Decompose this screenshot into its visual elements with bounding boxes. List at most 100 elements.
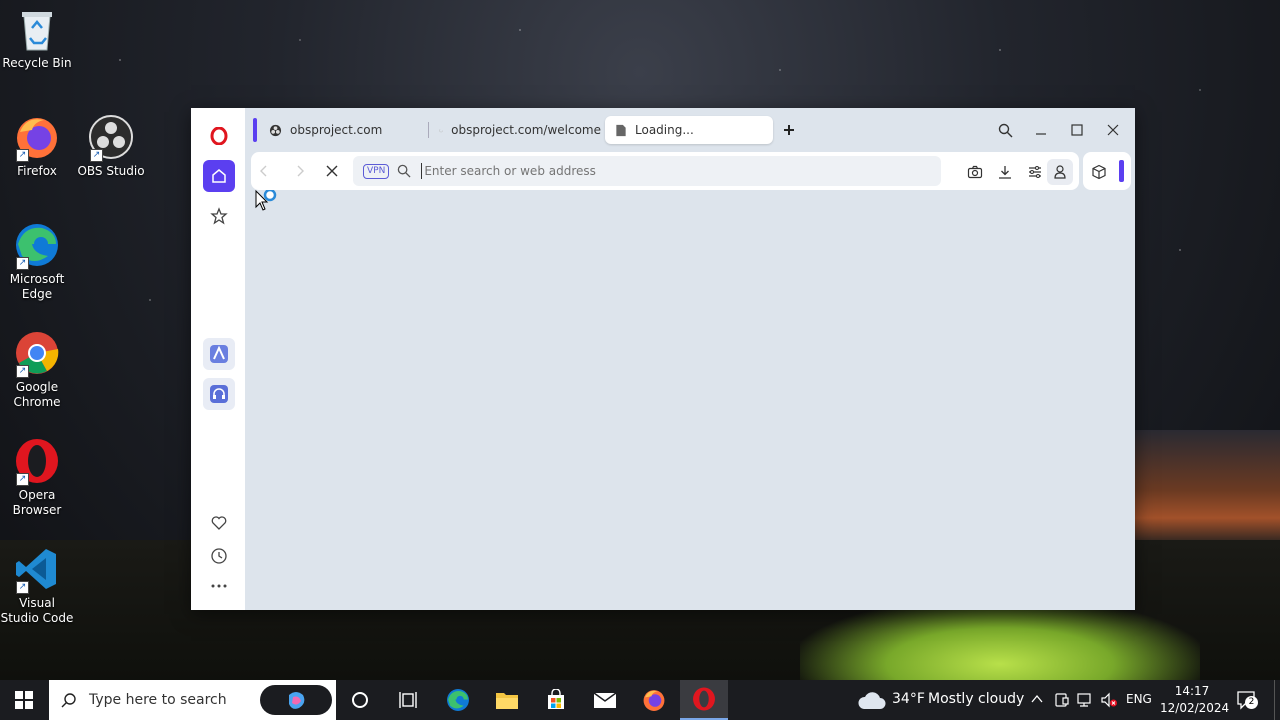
windows-logo-icon (15, 691, 33, 709)
desktop-icon-microsoft-edge[interactable]: ↗ Microsoft Edge (0, 222, 74, 302)
heart-icon (211, 516, 227, 530)
aria-icon (210, 345, 228, 363)
obs-icon: ↗ (88, 114, 134, 162)
desktop-icon-obs-studio[interactable]: ↗ OBS Studio (74, 114, 148, 179)
task-view-button[interactable] (384, 680, 432, 720)
sidebar-music-player-button[interactable] (203, 378, 235, 410)
tab-label: Loading... (635, 123, 694, 137)
network-button[interactable] (1076, 692, 1094, 711)
edge-icon (447, 689, 469, 711)
tab-obsproject[interactable]: obsproject.com (259, 116, 423, 144)
taskbar-search-icon (61, 693, 76, 708)
taskbar-mail[interactable] (581, 680, 629, 720)
sidebar-home-button[interactable] (203, 160, 235, 192)
easy-setup-button[interactable] (1025, 162, 1045, 182)
stop-loading-button[interactable] (321, 160, 343, 182)
weather-temperature[interactable]: 34°F (892, 691, 925, 707)
firefox-icon: ↗ (14, 114, 60, 162)
desktop-icon-google-chrome[interactable]: ↗ Google Chrome (0, 330, 74, 410)
volume-button[interactable] (1100, 692, 1118, 711)
start-button[interactable] (0, 680, 48, 720)
vscode-icon: ↗ (14, 546, 60, 594)
show-hidden-icons-button[interactable] (1030, 692, 1044, 709)
mouse-cursor (255, 188, 279, 219)
tab-bar: obsproject.com obsproject.com/welcome Lo… (245, 108, 1135, 152)
taskbar-opera[interactable] (680, 680, 728, 720)
volume-muted-icon (1101, 692, 1117, 708)
back-button[interactable] (253, 160, 275, 182)
input-language[interactable]: ENG (1126, 692, 1152, 706)
loading-spinner-icon (439, 128, 443, 132)
minimize-button[interactable] (1029, 120, 1053, 140)
minimize-icon (1036, 133, 1046, 135)
extensions-button[interactable] (1089, 162, 1109, 182)
desktop-icon-label: Recycle Bin (2, 56, 72, 70)
address-bar[interactable]: VPN (353, 156, 941, 186)
copilot-button[interactable] (260, 685, 332, 715)
desktop-icon-recycle-bin[interactable]: Recycle Bin (0, 6, 74, 71)
stop-icon (326, 165, 338, 177)
network-icon (1077, 693, 1091, 707)
device-icon (1055, 693, 1069, 707)
opera-menu-button[interactable] (203, 120, 235, 152)
snapshot-button[interactable] (965, 162, 985, 182)
desktop-icon-visual-studio-code[interactable]: ↗ Visual Studio Code (0, 546, 74, 626)
taskbar-file-explorer[interactable] (483, 680, 531, 720)
more-dots-icon (211, 584, 227, 588)
notifications-button[interactable]: 2 (1236, 690, 1258, 713)
settings-sliders-icon (1029, 166, 1041, 178)
taskbar-store[interactable] (532, 680, 580, 720)
edge-icon: ↗ (14, 222, 60, 270)
desktop-icon-label: OBS Studio (77, 164, 145, 178)
desktop-icon-firefox[interactable]: ↗ Firefox (0, 114, 74, 179)
sidebar-aria-button[interactable] (203, 338, 235, 370)
copilot-icon (289, 692, 305, 709)
desktop-icon-label: Firefox (17, 164, 57, 178)
pinned-indicator (1119, 160, 1124, 182)
taskbar: Type here to search 34°F Mostly cloudy E… (0, 680, 1280, 720)
store-icon (548, 689, 564, 709)
mail-icon (593, 692, 617, 708)
desktop-icon-label: Visual Studio Code (0, 596, 74, 625)
taskbar-edge[interactable] (434, 680, 482, 720)
close-button[interactable] (1101, 120, 1125, 140)
tray-device-button[interactable] (1054, 692, 1070, 711)
taskbar-search-box[interactable]: Type here to search (49, 680, 336, 720)
tab-loading[interactable]: Loading... (605, 116, 773, 144)
show-desktop-button[interactable] (1274, 680, 1280, 720)
page-icon (616, 124, 626, 136)
user-icon (1054, 165, 1066, 179)
cortana-button[interactable] (336, 680, 384, 720)
browser-sidebar (191, 108, 245, 610)
tab-label: obsproject.com/welcome (451, 123, 601, 137)
weather-condition[interactable]: Mostly cloudy (928, 691, 1024, 707)
opera-logo-icon (210, 127, 228, 145)
downloads-button[interactable] (995, 162, 1015, 182)
browser-window: obsproject.com obsproject.com/welcome Lo… (191, 108, 1135, 610)
forward-arrow-icon (297, 165, 304, 177)
new-tab-button[interactable] (779, 120, 799, 140)
chrome-icon: ↗ (14, 330, 60, 378)
chevron-up-icon (1031, 694, 1043, 703)
address-input[interactable] (421, 163, 907, 179)
download-icon (999, 166, 1011, 179)
profile-button[interactable] (1047, 159, 1073, 185)
sidebar-pinboards-button[interactable] (203, 507, 235, 539)
desktop-icon-opera-browser[interactable]: ↗ Opera Browser (0, 438, 74, 518)
busy-cursor-icon (255, 188, 277, 211)
sidebar-history-button[interactable] (203, 540, 235, 572)
clock[interactable]: 14:17 12/02/2024 (1160, 683, 1229, 717)
forward-button[interactable] (289, 160, 311, 182)
maximize-button[interactable] (1065, 120, 1089, 140)
weather-widget[interactable] (858, 689, 886, 714)
sidebar-more-button[interactable] (203, 570, 235, 602)
tab-obsproject-welcome[interactable]: obsproject.com/welcome (429, 116, 601, 144)
tab-search-button[interactable] (993, 120, 1017, 140)
browser-toolbar: VPN (245, 152, 1135, 190)
sidebar-bookmarks-button[interactable] (203, 200, 235, 232)
vpn-badge[interactable]: VPN (363, 163, 390, 179)
back-arrow-icon (260, 165, 267, 177)
tab-label: obsproject.com (290, 123, 383, 137)
taskbar-firefox[interactable] (630, 680, 678, 720)
page-content-area[interactable] (245, 190, 1135, 610)
